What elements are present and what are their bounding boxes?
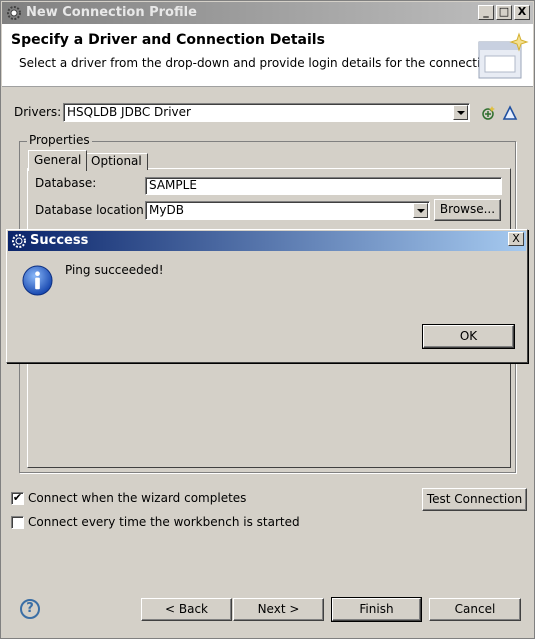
connect-on-finish-checkbox[interactable]: ✔ (11, 492, 24, 505)
tab-optional[interactable]: Optional (85, 153, 148, 170)
dialog-title: Success (30, 233, 89, 248)
properties-group-title: Properties (27, 133, 92, 147)
back-button[interactable]: < Back (141, 598, 232, 621)
eclipse-gear-icon (7, 6, 21, 20)
next-button[interactable]: Next > (233, 598, 324, 621)
browse-button[interactable]: Browse... (434, 199, 501, 221)
database-location-label: Database location: (35, 203, 148, 217)
chevron-down-icon[interactable] (453, 105, 468, 120)
drivers-label: Drivers: (14, 105, 62, 119)
ok-button[interactable]: OK (422, 324, 515, 349)
help-icon[interactable]: ? (20, 599, 40, 619)
connect-on-finish-label: Connect when the wizard completes (28, 491, 247, 505)
window-titlebar[interactable]: New Connection Profile _ □ X (2, 2, 533, 24)
driver-select[interactable]: HSQLDB JDBC Driver (63, 103, 470, 122)
finish-button[interactable]: Finish (331, 597, 422, 622)
cancel-button[interactable]: Cancel (429, 598, 521, 621)
driver-select-value: HSQLDB JDBC Driver (67, 105, 191, 119)
database-location-value: MyDB (149, 203, 184, 217)
connect-on-start-checkbox[interactable] (11, 516, 24, 529)
connect-on-start-label: Connect every time the workbench is star… (28, 515, 300, 529)
wizard-description: Select a driver from the drop-down and p… (19, 56, 499, 70)
maximize-button[interactable]: □ (496, 5, 512, 20)
tab-general[interactable]: General (28, 150, 88, 171)
info-icon (22, 265, 53, 296)
chevron-down-icon[interactable] (413, 203, 428, 218)
database-input[interactable]: SAMPLE (145, 177, 502, 195)
database-label: Database: (35, 176, 97, 190)
wizard-header: Specify a Driver and Connection Details … (2, 24, 533, 87)
eclipse-gear-icon (12, 234, 26, 248)
window-title: New Connection Profile (26, 5, 197, 20)
dialog-message: Ping succeeded! (65, 263, 164, 277)
test-connection-button[interactable]: Test Connection (422, 488, 527, 511)
dialog-titlebar[interactable]: Success (8, 231, 526, 251)
success-dialog: Success X Ping succeeded! OK (6, 229, 528, 363)
dialog-close-button[interactable]: X (508, 232, 524, 246)
wizard-banner-icon (478, 32, 529, 79)
close-button[interactable]: X (514, 5, 530, 20)
wizard-title: Specify a Driver and Connection Details (11, 32, 325, 48)
minimize-button[interactable]: _ (478, 5, 494, 20)
edit-driver-icon[interactable] (502, 105, 518, 121)
new-driver-icon[interactable] (480, 105, 496, 121)
database-location-select[interactable]: MyDB (145, 201, 430, 220)
